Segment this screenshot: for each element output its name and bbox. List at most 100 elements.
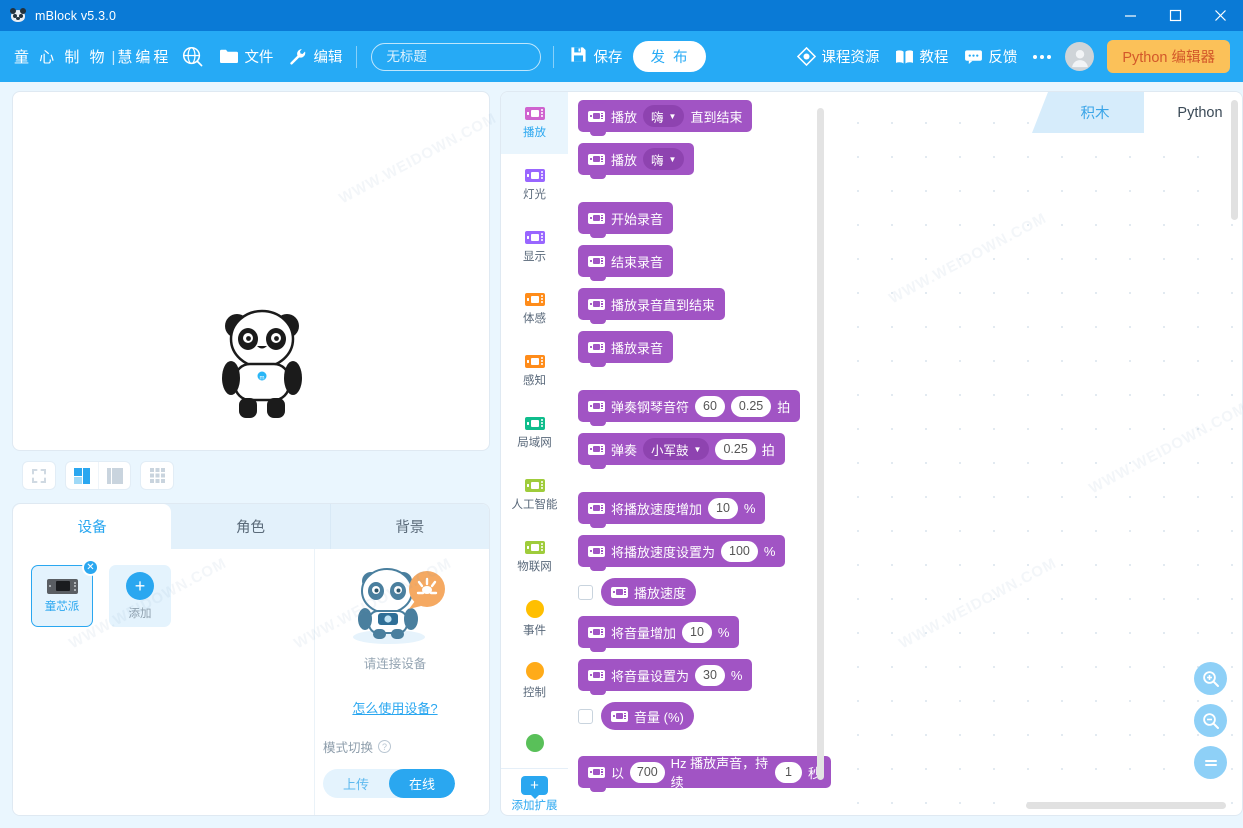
palette-block[interactable]: 播放嗨 ▼ 直到结束	[578, 100, 753, 136]
window-minimize-button[interactable]	[1108, 0, 1153, 31]
menu-feedback[interactable]: 反馈	[964, 46, 1017, 67]
mode-upload-button[interactable]: 上传	[323, 769, 389, 798]
panda-sprite[interactable]: m	[217, 306, 309, 421]
grid-icon[interactable]	[140, 461, 174, 490]
device-card-codey[interactable]: ✕ 童芯派	[31, 559, 99, 627]
wrench-icon	[289, 48, 308, 65]
palette-block[interactable]: 播放速度	[601, 578, 697, 606]
palette-block[interactable]: 音量 (%)	[601, 702, 694, 730]
tab-blocks[interactable]: 积木	[1032, 92, 1144, 133]
palette-block[interactable]: 将音量增加 10%	[578, 616, 740, 652]
mode-online-button[interactable]: 在线	[389, 769, 456, 798]
layout-large-icon[interactable]	[98, 462, 130, 489]
block-number-input[interactable]: 60	[695, 395, 725, 417]
category-label: 人工智能	[511, 498, 558, 511]
save-button[interactable]: 保存	[570, 46, 622, 67]
palette-block[interactable]: 开始录音	[578, 202, 674, 238]
add-device-button[interactable]: + 添加	[109, 565, 171, 627]
category-item-显示[interactable]: 显示	[501, 216, 568, 278]
category-item-more[interactable]	[501, 712, 568, 768]
block-text: 开始录音	[611, 211, 664, 227]
palette-group-gap	[578, 186, 831, 202]
tab-devices[interactable]: 设备	[13, 504, 172, 549]
palette-block[interactable]: 播放录音直到结束	[578, 288, 726, 324]
palette-block[interactable]: 将播放速度增加 10%	[578, 492, 766, 528]
category-label: 灯光	[523, 188, 546, 201]
window-close-button[interactable]	[1198, 0, 1243, 31]
palette-block[interactable]: 弹奏 小军鼓 ▼ 0.25 拍	[578, 433, 785, 469]
category-item-局域网[interactable]: 局域网	[501, 402, 568, 464]
category-item-感知[interactable]: 感知	[501, 340, 568, 402]
ellipsis-icon[interactable]	[1033, 54, 1052, 59]
block-dropdown[interactable]: 嗨 ▼	[643, 105, 685, 127]
block-monitor-checkbox[interactable]	[578, 708, 593, 724]
palette-block[interactable]: 以 700 Hz 播放声音，持续 1 秒	[578, 756, 831, 792]
category-item-控制[interactable]: 控制	[501, 650, 568, 712]
block-number-input[interactable]: 10	[682, 621, 712, 643]
menu-feedback-label: 反馈	[988, 50, 1018, 66]
block-number-input[interactable]: 0.25	[715, 438, 756, 460]
block-number-input[interactable]: 700	[630, 761, 665, 783]
language-globe-icon[interactable]	[182, 46, 203, 67]
category-list[interactable]: 播放灯光显示体感感知 局域网人工智能物联网 事件 控制	[501, 92, 568, 768]
fullscreen-icon[interactable]	[22, 461, 56, 490]
device-remove-button[interactable]: ✕	[82, 559, 99, 576]
menu-edit[interactable]: 编辑	[289, 46, 342, 67]
mblock-device-icon	[588, 626, 605, 638]
python-editor-button[interactable]: Python 编辑器	[1107, 40, 1230, 73]
window-maximize-button[interactable]	[1153, 0, 1198, 31]
project-name-input[interactable]	[371, 42, 542, 71]
publish-button[interactable]: 发 布	[633, 41, 707, 72]
category-item-灯光[interactable]: 灯光	[501, 154, 568, 216]
block-number-input[interactable]: 100	[721, 540, 758, 562]
device-list: ✕ 童芯派 + 添加 请连接设备 怎么使用设备? 模式切换 ? 上传 在线	[13, 549, 475, 815]
palette-block[interactable]: 结束录音	[578, 245, 674, 281]
palette-block[interactable]: 播放录音	[578, 331, 674, 367]
category-label: 体感	[523, 312, 546, 325]
mode-switch-label-row: 模式切换 ?	[323, 737, 392, 756]
layout-small-icon[interactable]	[66, 462, 98, 489]
menu-courses[interactable]: 课程资源	[797, 46, 879, 67]
palette-block-row: 播放录音直到结束	[578, 288, 831, 324]
user-avatar-icon[interactable]	[1065, 42, 1095, 71]
block-number-input[interactable]: 1	[774, 761, 802, 783]
menu-tutorial[interactable]: 教程	[895, 46, 948, 67]
add-extension-button[interactable]: + 添加扩展	[501, 768, 568, 815]
category-item-体感[interactable]: 体感	[501, 278, 568, 340]
category-item-事件[interactable]: 事件	[501, 588, 568, 650]
tab-backgrounds[interactable]: 背景	[331, 504, 489, 549]
block-dropdown[interactable]: 嗨 ▼	[643, 148, 685, 170]
device-thumbnail-icon	[46, 578, 78, 594]
tab-python[interactable]: Python	[1144, 92, 1242, 133]
block-text: 播放录音直到结束	[611, 297, 716, 313]
zoom-in-icon[interactable]	[1194, 662, 1227, 695]
block-number-input[interactable]: 10	[708, 497, 738, 519]
mblock-device-icon	[611, 586, 628, 598]
palette-block[interactable]: 播放嗨 ▼	[578, 143, 695, 179]
script-workspace[interactable]: 积木 Python	[831, 91, 1243, 816]
palette-scrollbar[interactable]	[817, 108, 824, 780]
palette-block[interactable]: 将播放速度设置为 100%	[578, 535, 786, 571]
question-mark-icon[interactable]: ?	[378, 740, 392, 753]
zoom-reset-icon[interactable]	[1194, 746, 1227, 779]
category-item-人工智能[interactable]: 人工智能	[501, 464, 568, 526]
how-to-use-device-link[interactable]: 怎么使用设备?	[352, 698, 437, 717]
category-item-物联网[interactable]: 物联网	[501, 526, 568, 588]
palette-block[interactable]: 将音量设置为 30%	[578, 659, 753, 695]
zoom-out-icon[interactable]	[1194, 704, 1227, 737]
category-item-播放[interactable]: 播放	[501, 92, 568, 154]
palette-block-row: 将音量设置为 30%	[578, 659, 831, 695]
block-text: 拍	[777, 399, 791, 415]
palette-block[interactable]: 弹奏钢琴音符 60 0.25 拍	[578, 390, 801, 426]
block-palette[interactable]: 播放嗨 ▼ 直到结束 播放嗨 ▼ 开始录音 结束录音 播放录音直到结束 播放录音 弹奏钢琴音符 60…	[568, 91, 831, 816]
tab-sprites[interactable]: 角色	[171, 504, 331, 549]
workspace-vertical-scrollbar[interactable]	[1231, 100, 1238, 220]
stage-area[interactable]: m	[12, 91, 490, 451]
menu-file[interactable]: 文件	[219, 46, 273, 67]
workspace-horizontal-scrollbar[interactable]	[1026, 802, 1226, 809]
block-number-input[interactable]: 30	[695, 664, 725, 686]
block-dropdown[interactable]: 小军鼓 ▼	[643, 438, 710, 460]
block-number-input[interactable]: 0.25	[730, 395, 772, 417]
category-block-icon	[524, 168, 545, 182]
block-monitor-checkbox[interactable]	[578, 584, 593, 600]
